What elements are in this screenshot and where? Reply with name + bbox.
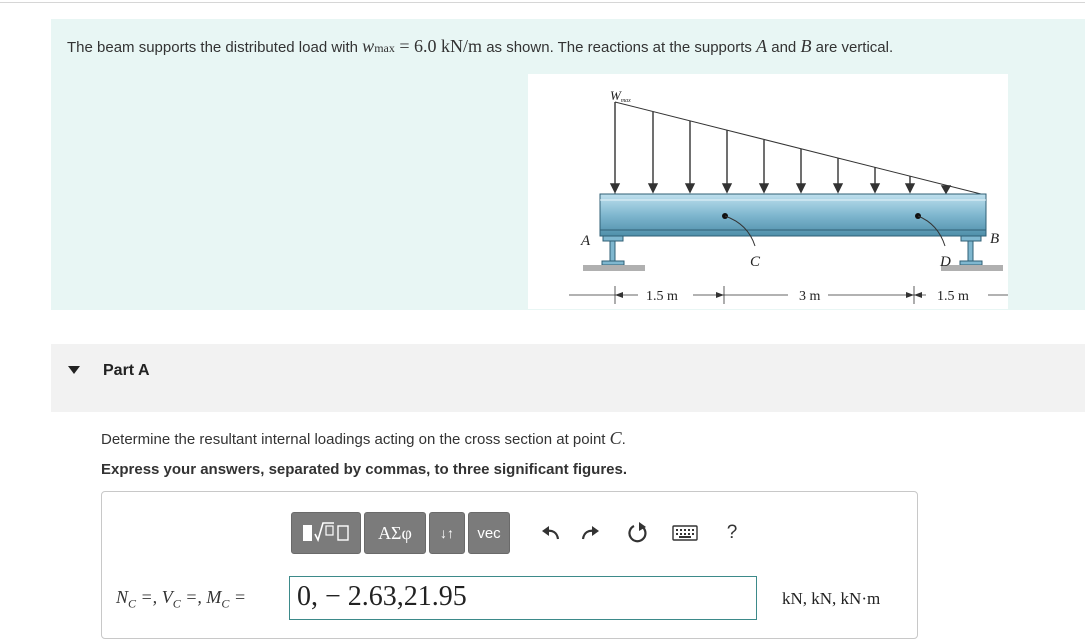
support-b-symbol: B [800,36,812,56]
answer-panel: ΑΣφ ↓↑ vec ? NC =, VC =, MC = 0, − 2.63,… [101,491,918,639]
load-arrows [609,102,952,195]
reset-icon[interactable] [625,520,651,546]
ground-a [583,265,645,271]
answer-input[interactable]: 0, − 2.63,21.95 [289,576,757,620]
problem-statement-panel: The beam supports the distributed load w… [51,19,1085,310]
keyboard-icon[interactable] [672,520,698,546]
beam-diagram: Wmax A B C D 1.5 m 3 m 1.5 m [569,88,1008,304]
redo-icon[interactable] [577,520,603,546]
problem-text-before: The beam supports the distributed load w… [67,39,363,56]
wmax-value: 6.0 kN/m [414,36,483,56]
label-a: A [580,233,591,249]
label-c: C [750,254,761,270]
label-mc: MC = [206,587,247,611]
beam-figure: Wmax A B C D 1.5 m 3 m 1.5 m [528,74,1008,309]
label-b: B [990,231,999,247]
part-title: Part A [103,362,150,379]
problem-text-mid: as shown. The reactions at the supports [482,39,757,56]
greek-symbols-button[interactable]: ΑΣφ [364,512,426,554]
load-label: Wmax [610,88,631,104]
question-text: Determine the resultant internal loading… [101,428,626,448]
answer-instruction: Express your answers, separated by comma… [101,461,628,478]
part-a-header[interactable]: Part A [51,344,1085,412]
subscript-superscript-button[interactable]: ↓↑ [429,512,465,554]
vector-button[interactable]: vec [468,512,510,554]
wmax-symbol: wmax [362,36,395,56]
equals-sign: = [394,36,415,56]
problem-text-and: and [767,39,801,56]
load-slope-line [614,101,982,195]
template-icon [303,522,349,543]
collapse-caret-icon[interactable] [68,366,80,374]
support-a [601,235,625,266]
label-nc: NC =, [116,587,162,611]
answer-units: kN, kN, kN·m [782,589,881,608]
dimension-label-1: 1.5 m [646,289,678,304]
support-b [959,235,983,266]
template-button[interactable] [291,512,361,554]
undo-icon[interactable] [538,520,564,546]
dimension-label-2: 3 m [799,289,821,304]
answer-label: NC =, VC =, MC = [116,587,246,612]
point-c-symbol: C [609,428,622,448]
help-icon[interactable]: ? [719,520,745,546]
problem-text-end: are vertical. [811,39,894,56]
top-divider [0,2,1085,3]
support-a-symbol: A [756,36,768,56]
label-d: D [939,254,951,270]
label-vc: VC =, [161,587,207,611]
problem-text: The beam supports the distributed load w… [67,36,893,57]
dimension-label-3: 1.5 m [937,289,969,304]
